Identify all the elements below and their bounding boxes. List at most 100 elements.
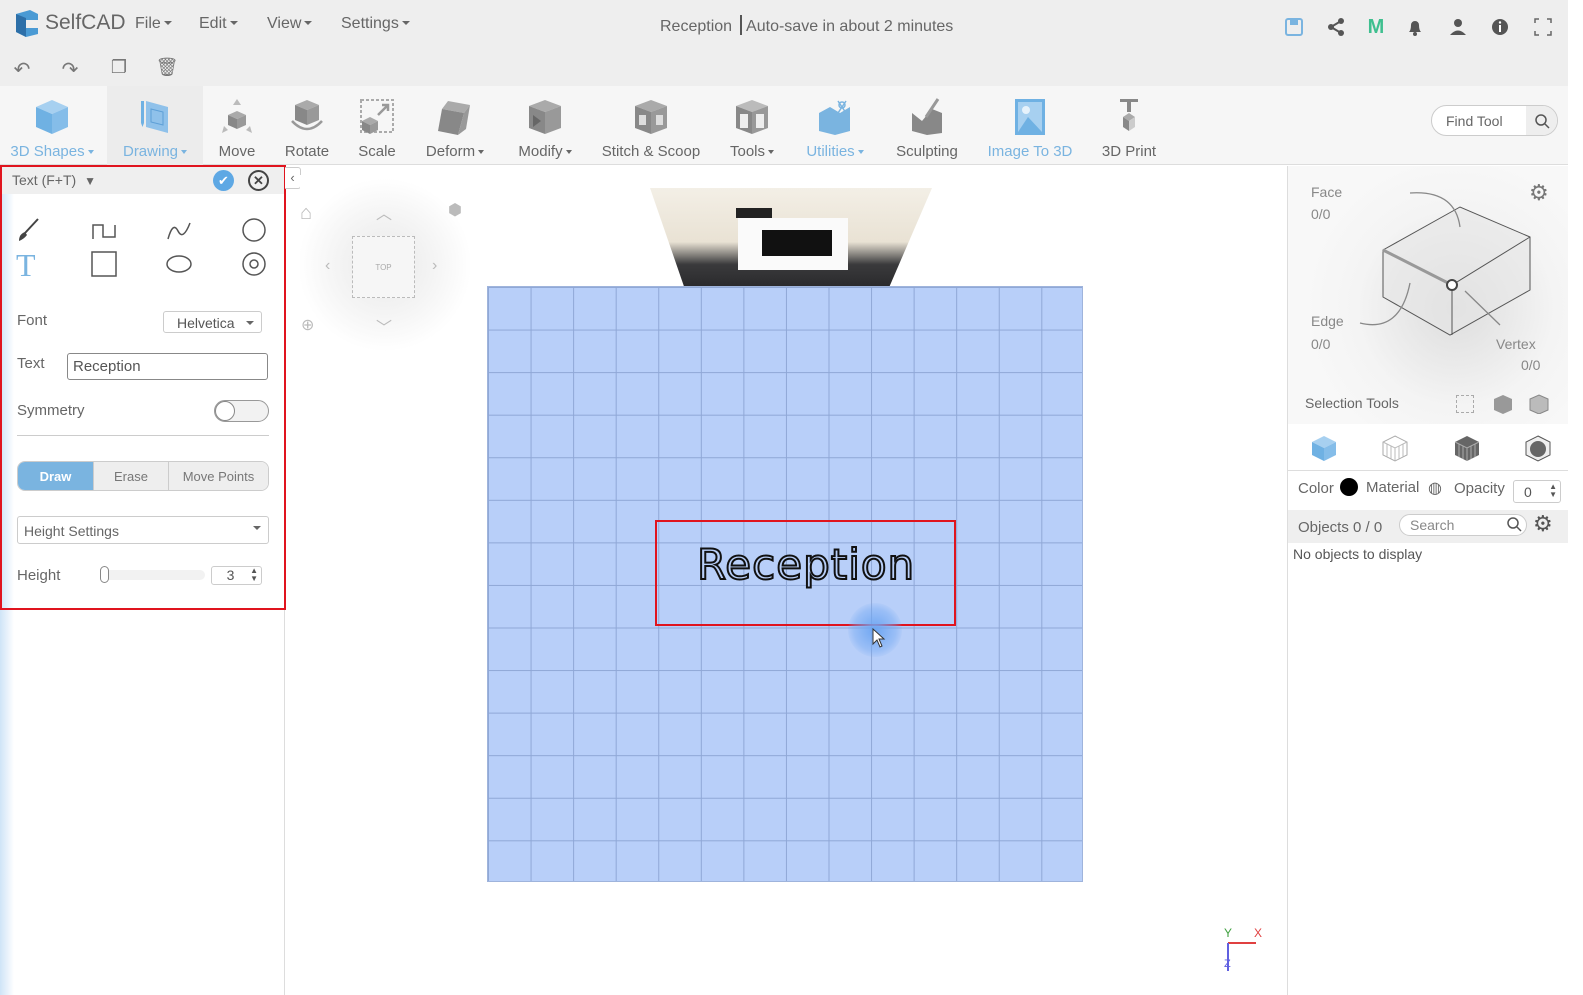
objects-search-input[interactable]: Search (1399, 514, 1527, 536)
selection-tools-label: Selection Tools (1305, 395, 1399, 411)
wireframe-mode-icon[interactable] (1381, 434, 1409, 462)
tool-label: 3D Shapes (10, 143, 93, 160)
search-icon[interactable] (1506, 516, 1522, 535)
face-label: Face (1311, 184, 1343, 200)
modify-icon (529, 100, 561, 134)
tool-label: Sculpting (896, 143, 958, 160)
utilities-icon (819, 100, 850, 135)
stitch-scoop-icon (635, 100, 667, 134)
undo-icon[interactable]: ↶ (10, 57, 34, 82)
opacity-label: Opacity (1454, 480, 1505, 497)
cursor-icon (872, 628, 886, 648)
axis-z-label: Z (1224, 958, 1231, 970)
objects-gear-icon[interactable]: ⚙ (1533, 511, 1553, 537)
box-select-icon[interactable] (1456, 395, 1474, 413)
fullscreen-icon[interactable] (1533, 17, 1553, 37)
vertex-count: 0/0 (1521, 357, 1541, 373)
objects-count: Objects 0 / 0 (1298, 519, 1383, 536)
text-preview[interactable]: Reception (696, 539, 915, 590)
drawing-icon (141, 101, 168, 133)
user-icon[interactable] (1448, 17, 1468, 37)
axis-x-label: X (1254, 926, 1263, 940)
save-icon[interactable] (1284, 17, 1304, 37)
perspective-cube-icon[interactable]: ⬢ (448, 200, 462, 220)
move-icon (222, 99, 252, 133)
solid-wireframe-mode-icon[interactable] (1453, 434, 1481, 462)
tool-stitch-scoop[interactable]: Stitch & Scoop (598, 86, 704, 165)
empty-objects-message: No objects to display (1293, 546, 1423, 562)
tool-label: Move (218, 143, 256, 160)
globe-icon[interactable]: ⊕ (301, 315, 314, 335)
nav-down-icon[interactable]: ﹀ (376, 314, 392, 338)
tool-rotate[interactable]: Rotate (278, 86, 336, 165)
tool-label: Stitch & Scoop (601, 143, 701, 160)
project-name[interactable]: Reception (660, 18, 732, 35)
find-tool-input[interactable]: Find Tool (1431, 105, 1558, 136)
nav-right-icon[interactable]: › (432, 257, 437, 275)
tool-3d-print[interactable]: 3D Print (1096, 86, 1162, 165)
bell-icon[interactable] (1405, 17, 1425, 37)
deform-icon (438, 101, 470, 135)
color-swatch[interactable] (1340, 478, 1358, 496)
app-logo[interactable]: SelfCAD (12, 8, 126, 38)
opacity-stepper[interactable]: 0 ▲ ▼ (1513, 480, 1561, 503)
nav-left-icon[interactable]: ‹ (325, 257, 330, 275)
tool-tools[interactable]: Tools (722, 86, 782, 165)
menu-view[interactable]: View (267, 15, 312, 33)
tool-label: Rotate (284, 143, 330, 160)
tool-utilities[interactable]: Utilities (800, 86, 870, 165)
info-icon[interactable] (1490, 17, 1510, 37)
tool-scale[interactable]: Scale (352, 86, 402, 165)
delete-icon[interactable]: 🗑 (155, 57, 179, 78)
copy-icon[interactable]: ❐ (107, 57, 131, 78)
select-similar-icon[interactable] (1528, 394, 1550, 414)
xray-mode-icon[interactable] (1524, 434, 1552, 462)
collapse-panel-button[interactable]: ‹ (285, 167, 301, 189)
quick-actions-bar (0, 50, 1583, 86)
tool-drawing[interactable]: Drawing (107, 86, 203, 165)
tool-3d-shapes[interactable]: 3D Shapes (8, 86, 96, 165)
menu-edit[interactable]: Edit (199, 15, 238, 33)
highlight-box (0, 165, 286, 610)
share-icon[interactable] (1326, 17, 1346, 37)
edge-label: Edge (1311, 313, 1344, 329)
redo-icon[interactable]: ↷ (58, 57, 82, 82)
menu-file[interactable]: File (135, 15, 172, 33)
view-cube-top[interactable]: TOP (352, 236, 415, 298)
app-name: SelfCAD (45, 11, 126, 34)
reference-image (650, 188, 932, 286)
vertex-label: Vertex (1496, 336, 1536, 352)
3d-print-icon (1120, 99, 1138, 131)
selection-cube-diagram (1359, 192, 1531, 336)
material-label: Material (1366, 479, 1420, 496)
document-title: Reception Auto-save in about 2 minutes (660, 15, 953, 36)
search-icon[interactable] (1526, 106, 1557, 135)
tool-move[interactable]: Move (210, 86, 264, 165)
select-connected-icon[interactable] (1492, 394, 1514, 414)
tool-deform[interactable]: Deform (420, 86, 490, 165)
tool-sculpting[interactable]: Sculpting (892, 86, 962, 165)
scale-icon (360, 99, 394, 134)
image-to-3d-icon (1015, 99, 1045, 135)
page-edge (1568, 0, 1583, 995)
tool-label: Deform (426, 143, 484, 160)
nav-up-icon[interactable]: ︿ (376, 200, 392, 224)
tools-icon (736, 100, 768, 134)
color-label: Color (1298, 480, 1334, 497)
m-icon[interactable]: M (1366, 16, 1386, 38)
gear-icon[interactable]: ⚙ (1529, 180, 1549, 206)
solid-mode-icon[interactable] (1310, 434, 1338, 462)
autosave-status: Auto-save in about 2 minutes (746, 18, 954, 35)
face-count: 0/0 (1311, 206, 1331, 222)
tool-label: Modify (518, 143, 571, 160)
tool-label: Drawing (123, 143, 187, 160)
material-icon[interactable]: ◍ (1428, 478, 1442, 498)
tool-modify[interactable]: Modify (510, 86, 580, 165)
rotate-icon (291, 100, 323, 131)
tool-label: Tools (730, 143, 774, 160)
tool-label: Utilities (806, 143, 863, 160)
tool-label: Scale (358, 143, 396, 160)
tool-image-to-3d[interactable]: Image To 3D (982, 86, 1078, 165)
home-icon[interactable]: ⌂ (300, 202, 312, 225)
menu-settings[interactable]: Settings (341, 15, 410, 33)
